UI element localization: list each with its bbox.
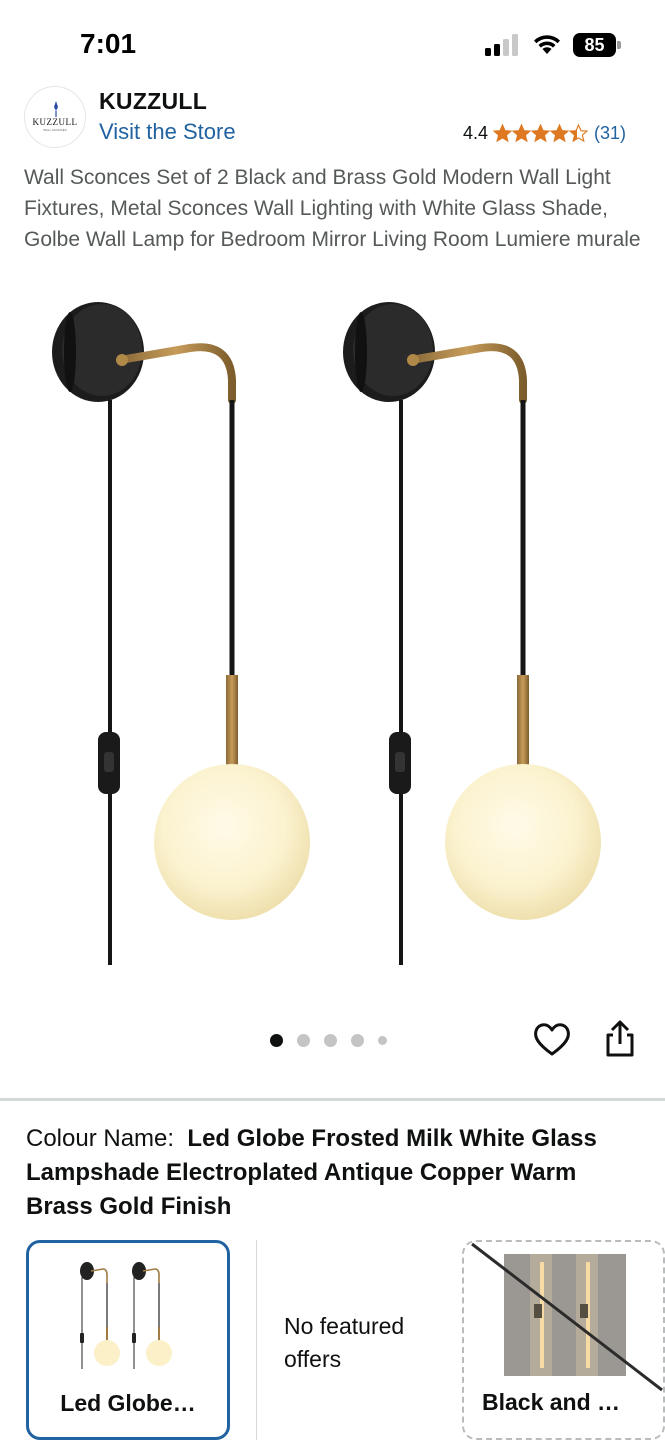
carousel-dot[interactable] bbox=[351, 1033, 364, 1047]
carousel-dot[interactable] bbox=[324, 1033, 337, 1047]
carousel-dot[interactable] bbox=[297, 1033, 310, 1047]
colour-name: Colour Name: Led Globe Frosted Milk Whit… bbox=[26, 1122, 646, 1224]
logo-text: KUZZULL bbox=[32, 117, 78, 127]
carousel-dot[interactable] bbox=[270, 1033, 283, 1047]
logo-subtext: WALL SCONCES bbox=[43, 128, 67, 132]
colour-label: Colour Name: bbox=[26, 1125, 175, 1152]
logo-mark-icon bbox=[54, 101, 58, 117]
wifi-icon bbox=[534, 35, 560, 54]
swatch-label: Black and … bbox=[482, 1389, 621, 1415]
carousel-dots[interactable] bbox=[270, 1032, 401, 1048]
carousel-dot[interactable] bbox=[378, 1035, 387, 1045]
visit-store-link[interactable]: Visit the Store bbox=[99, 119, 236, 145]
cellular-signal-icon bbox=[485, 34, 518, 56]
section-divider bbox=[0, 1098, 665, 1101]
swatch-led-globe[interactable]: Led Globe… bbox=[26, 1240, 230, 1440]
battery-icon: 85 bbox=[573, 33, 621, 57]
star-rating bbox=[493, 123, 589, 143]
status-time: 7:01 bbox=[80, 28, 137, 59]
star-icon bbox=[531, 123, 551, 142]
brand-name[interactable]: KUZZULL bbox=[99, 88, 207, 115]
swatch-label: Led Globe… bbox=[60, 1390, 196, 1416]
swatch-separator bbox=[256, 1240, 257, 1440]
heart-icon[interactable] bbox=[532, 1020, 572, 1058]
review-count-link[interactable]: (31) bbox=[594, 123, 626, 144]
battery-level: 85 bbox=[584, 35, 605, 55]
star-icon bbox=[493, 123, 513, 142]
product-title: Wall Sconces Set of 2 Black and Brass Go… bbox=[24, 166, 641, 251]
swatch-sconce-image bbox=[80, 1262, 172, 1369]
swatch-black-and[interactable]: Black and … bbox=[462, 1240, 665, 1440]
no-featured-offers: No featured offers bbox=[284, 1313, 405, 1372]
rating-row[interactable]: 4.4 (31) bbox=[463, 121, 626, 145]
star-icon bbox=[550, 123, 570, 142]
star-icon bbox=[569, 123, 589, 142]
share-icon[interactable] bbox=[603, 1020, 637, 1058]
wall-sconce-pair-image[interactable] bbox=[40, 290, 630, 980]
rating-value: 4.4 bbox=[463, 122, 489, 143]
status-bar: 7:01 85 bbox=[0, 0, 665, 80]
store-logo[interactable]: KUZZULL WALL SCONCES bbox=[24, 86, 86, 148]
star-icon bbox=[512, 123, 532, 142]
